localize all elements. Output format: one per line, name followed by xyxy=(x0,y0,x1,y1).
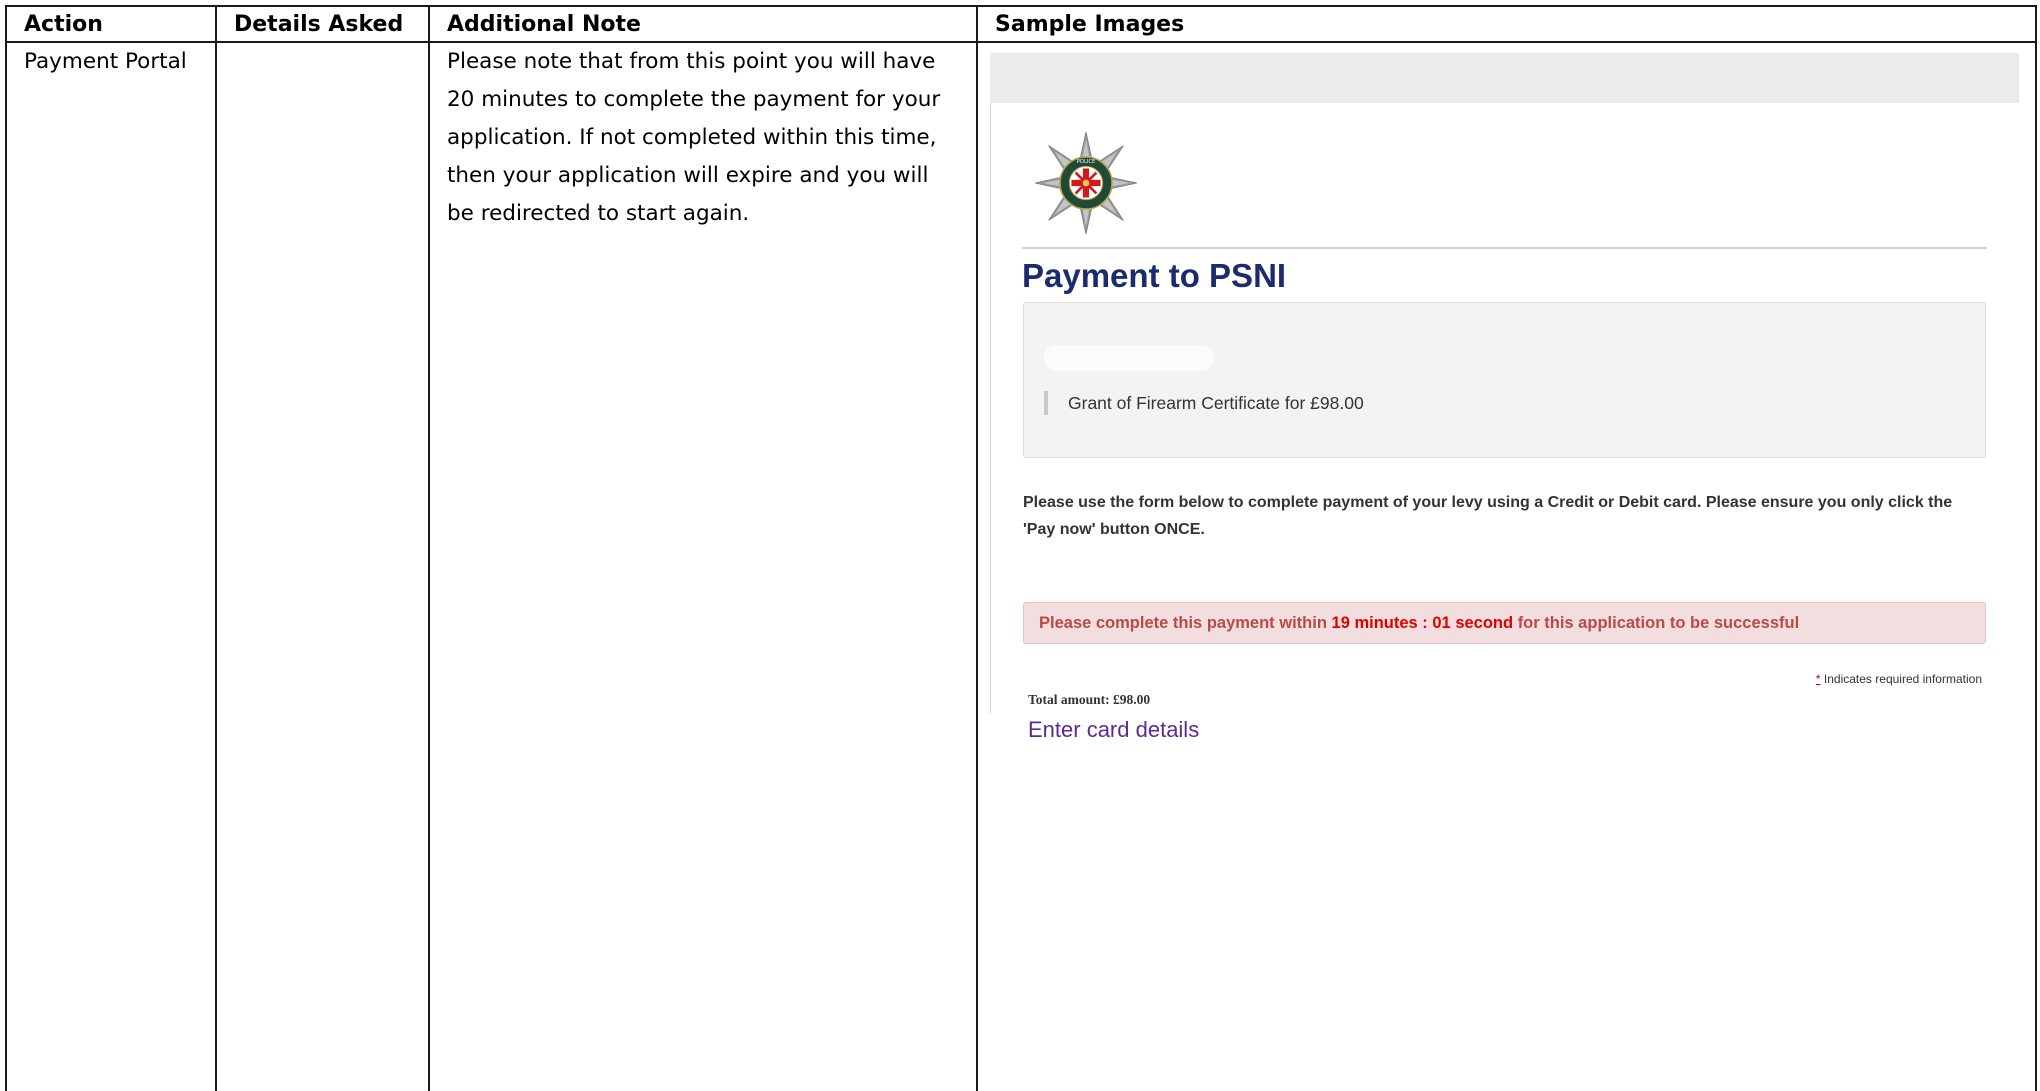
cell-sample-image: POLICE Payment to PSNI Grant of Firearm … xyxy=(976,41,2037,1091)
timer-countdown: 19 minutes : 01 second xyxy=(1331,614,1514,632)
portal-top-bar xyxy=(990,53,2019,103)
payment-portal-screenshot: POLICE Payment to PSNI Grant of Firearm … xyxy=(990,53,2019,742)
payment-summary-box: Grant of Firearm Certificate for £98.00 xyxy=(1023,302,1986,458)
header-action: Action xyxy=(5,5,217,43)
summary-item: Grant of Firearm Certificate for £98.00 xyxy=(1044,391,1364,415)
header-details-asked: Details Asked xyxy=(215,5,430,43)
required-info-text: Indicates required information xyxy=(1823,672,1982,686)
psni-crest-logo: POLICE xyxy=(1034,131,1138,235)
timer-prefix: Please complete this payment within xyxy=(1039,614,1327,632)
total-amount: Total amount: £98.00 xyxy=(1028,692,1151,707)
table-row: Payment Portal Please note that from thi… xyxy=(5,41,2037,1091)
required-asterisk: * xyxy=(1815,672,1821,686)
cell-additional-note: Please note that from this point you wil… xyxy=(428,41,978,1091)
header-row: Action Details Asked Additional Note Sam… xyxy=(5,5,2037,43)
cell-action: Payment Portal xyxy=(5,41,217,1091)
timer-suffix: for this application to be successful xyxy=(1517,614,1800,632)
page-title: Payment to PSNI xyxy=(1022,257,1287,294)
timer-alert: Please complete this payment within 19 m… xyxy=(1023,602,1986,644)
guidance-table: Action Details Asked Additional Note Sam… xyxy=(5,5,2037,1091)
enter-card-details-link[interactable]: Enter card details xyxy=(1028,716,1199,744)
required-info-note: * Indicates required information xyxy=(1810,671,1982,687)
svg-text:POLICE: POLICE xyxy=(1077,159,1096,165)
header-sample-images: Sample Images xyxy=(976,5,2037,43)
portal-edge xyxy=(990,103,991,713)
header-additional-note: Additional Note xyxy=(428,5,978,43)
title-divider xyxy=(1022,247,1987,249)
redacted-applicant-name xyxy=(1044,345,1214,371)
cell-details-asked xyxy=(215,41,430,1091)
payment-instructions: Please use the form below to complete pa… xyxy=(1023,494,1953,538)
